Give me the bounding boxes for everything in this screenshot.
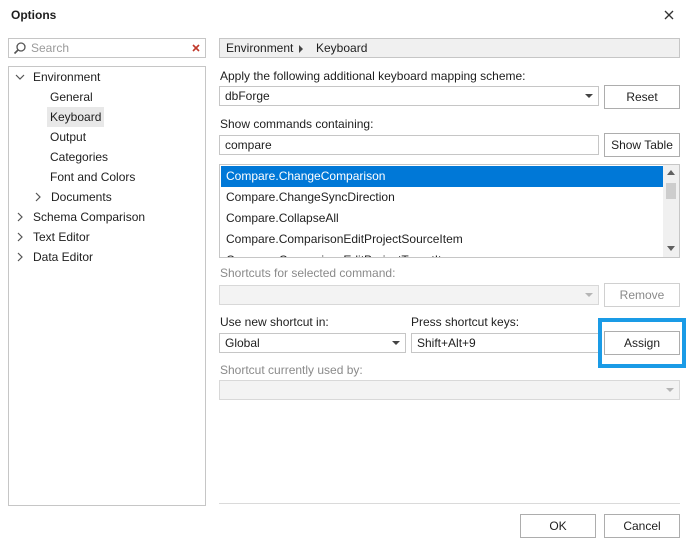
scroll-up-icon[interactable] [667, 170, 675, 175]
tree-item-categories[interactable]: Categories [47, 147, 111, 167]
scroll-thumb[interactable] [666, 183, 676, 199]
dropdown-arrow-icon [666, 388, 674, 392]
show-table-button[interactable]: Show Table [604, 133, 680, 157]
tree-item-schema-comparison[interactable]: Schema Comparison [13, 207, 148, 227]
tree-item-documents[interactable]: Documents [31, 187, 115, 207]
mapping-scheme-value: dbForge [225, 89, 270, 103]
tree-item-label: Keyboard [47, 107, 105, 127]
shortcut-keys-value: Shift+Alt+9 [417, 336, 476, 350]
chevron-down-icon[interactable] [15, 72, 25, 82]
chevron-right-icon[interactable] [15, 212, 25, 222]
current-usage-label: Shortcut currently used by: [220, 363, 363, 377]
commands-filter-label: Show commands containing: [220, 117, 374, 131]
tree-item-general[interactable]: General [47, 87, 96, 107]
shortcuts-select [219, 285, 599, 305]
tree-item-font-and-colors[interactable]: Font and Colors [47, 167, 138, 187]
shortcut-keys-input[interactable]: Shift+Alt+9 [411, 333, 599, 353]
list-item[interactable]: Compare.ComparisonEditProjectTargetItem [221, 250, 663, 257]
breadcrumb-current: Keyboard [316, 41, 368, 55]
dropdown-arrow-icon [585, 293, 593, 297]
chevron-right-icon[interactable] [15, 232, 25, 242]
search-icon [13, 42, 26, 55]
reset-button[interactable]: Reset [604, 85, 680, 109]
close-button[interactable] [660, 6, 678, 24]
tree-item-label: Documents [51, 190, 112, 204]
shortcut-keys-label: Press shortcut keys: [411, 315, 520, 329]
tree-item-label: Environment [33, 70, 101, 84]
chevron-right-icon [299, 45, 303, 53]
search-box[interactable] [8, 38, 206, 58]
chevron-right-icon[interactable] [15, 252, 25, 262]
scroll-down-icon[interactable] [667, 246, 675, 251]
dialog-title: Options [11, 8, 57, 22]
list-item[interactable]: Compare.ChangeComparison [221, 166, 663, 187]
shortcuts-label: Shortcuts for selected command: [220, 266, 396, 280]
tree-item-label: Data Editor [33, 250, 94, 264]
options-tree: Environment General Keyboard Output Cate… [8, 66, 206, 506]
dropdown-arrow-icon [585, 94, 593, 98]
assign-button[interactable]: Assign [604, 331, 680, 355]
tree-item-environment[interactable]: Environment [13, 67, 103, 87]
tree-item-output[interactable]: Output [47, 127, 89, 147]
tree-item-label: Categories [50, 150, 109, 164]
shortcut-scope-label: Use new shortcut in: [220, 315, 329, 329]
current-usage-select [219, 380, 680, 400]
tree-item-label: General [50, 90, 93, 104]
chevron-right-icon[interactable] [33, 192, 43, 202]
tree-item-label: Font and Colors [50, 170, 136, 184]
commands-filter-value: compare [225, 138, 272, 152]
breadcrumb: Environment Keyboard [219, 38, 680, 58]
ok-button[interactable]: OK [520, 514, 596, 538]
tree-item-text-editor[interactable]: Text Editor [13, 227, 93, 247]
breadcrumb-parent[interactable]: Environment [226, 41, 293, 55]
tree-item-data-editor[interactable]: Data Editor [13, 247, 96, 267]
mapping-scheme-label: Apply the following additional keyboard … [220, 69, 526, 83]
shortcut-scope-value: Global [225, 336, 260, 350]
clear-icon[interactable] [190, 42, 202, 54]
shortcut-scope-select[interactable]: Global [219, 333, 406, 353]
list-item[interactable]: Compare.ComparisonEditProjectSourceItem [221, 229, 663, 250]
tree-item-keyboard[interactable]: Keyboard [47, 107, 105, 127]
commands-list[interactable]: Compare.ChangeComparison Compare.ChangeS… [219, 164, 680, 258]
footer-divider [219, 503, 680, 504]
dropdown-arrow-icon [392, 341, 400, 345]
close-icon [664, 10, 674, 20]
tree-item-label: Schema Comparison [33, 210, 146, 224]
tree-item-label: Text Editor [33, 230, 90, 244]
search-input[interactable] [31, 40, 181, 56]
tree-item-label: Output [50, 130, 87, 144]
list-item[interactable]: Compare.CollapseAll [221, 208, 663, 229]
commands-filter-input[interactable]: compare [219, 135, 599, 155]
mapping-scheme-select[interactable]: dbForge [219, 86, 599, 106]
list-item[interactable]: Compare.ChangeSyncDirection [221, 187, 663, 208]
remove-button: Remove [604, 283, 680, 307]
cancel-button[interactable]: Cancel [604, 514, 680, 538]
commands-list-scrollbar[interactable] [663, 165, 679, 257]
